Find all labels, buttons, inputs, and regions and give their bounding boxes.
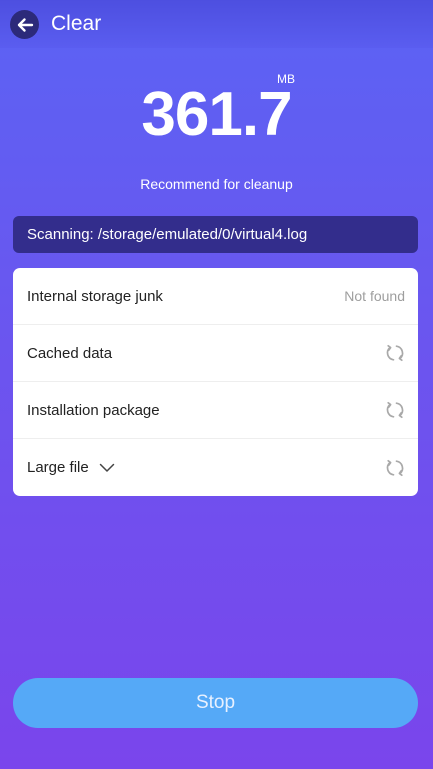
- refresh-icon: [386, 459, 404, 476]
- junk-amount-value: 361.7: [141, 80, 292, 149]
- list-item-installation-package[interactable]: Installation package: [13, 382, 418, 439]
- list-item-internal-storage-junk[interactable]: Internal storage junk Not found: [13, 268, 418, 325]
- chevron-down-icon[interactable]: [99, 463, 115, 473]
- recommend-caption: Recommend for cleanup: [140, 176, 293, 192]
- list-item-label: Cached data: [27, 344, 113, 362]
- list-item-cached-data[interactable]: Cached data: [13, 325, 418, 382]
- arrow-left-icon: [17, 17, 33, 32]
- back-button[interactable]: [10, 10, 39, 39]
- junk-amount-unit: MB: [277, 72, 295, 86]
- scan-results-list: Internal storage junk Not found Cached d…: [13, 268, 418, 496]
- scan-progress-bar: Scanning: /storage/emulated/0/virtual4.l…: [13, 216, 418, 253]
- list-item-label: Installation package: [27, 401, 160, 419]
- list-item-large-file[interactable]: Large file: [13, 439, 418, 496]
- list-item-label: Large file: [27, 459, 89, 476]
- scan-path-text: Scanning: /storage/emulated/0/virtual4.l…: [27, 226, 308, 243]
- stop-button[interactable]: Stop: [13, 678, 418, 728]
- refresh-icon: [386, 344, 404, 362]
- page-title: Clear: [51, 12, 102, 35]
- app-header: Clear: [0, 0, 433, 48]
- junk-amount: 361.7: [0, 80, 433, 150]
- refresh-icon: [386, 401, 404, 419]
- list-item-status: Not found: [344, 288, 405, 304]
- list-item-label: Internal storage junk: [27, 287, 163, 305]
